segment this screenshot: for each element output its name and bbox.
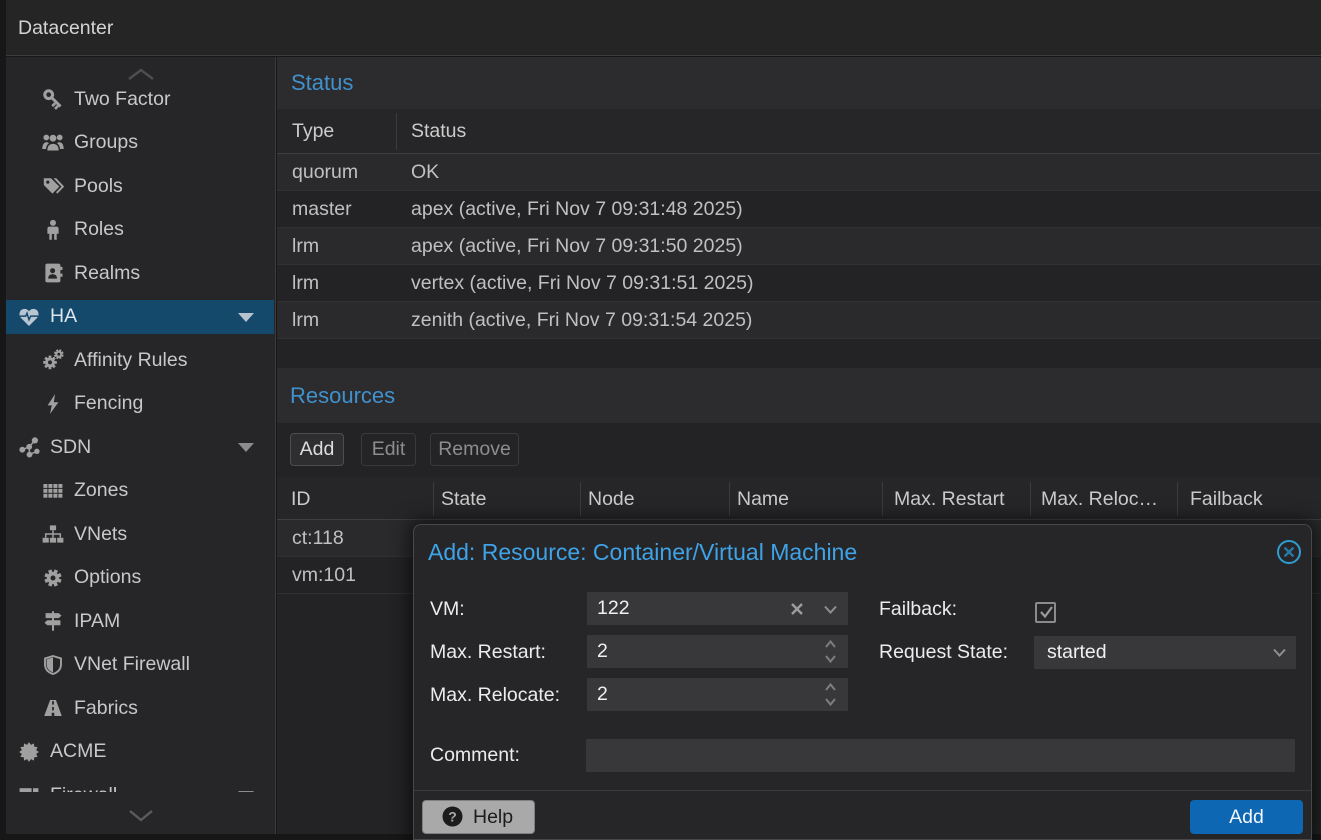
svg-text:?: ? xyxy=(448,808,457,824)
